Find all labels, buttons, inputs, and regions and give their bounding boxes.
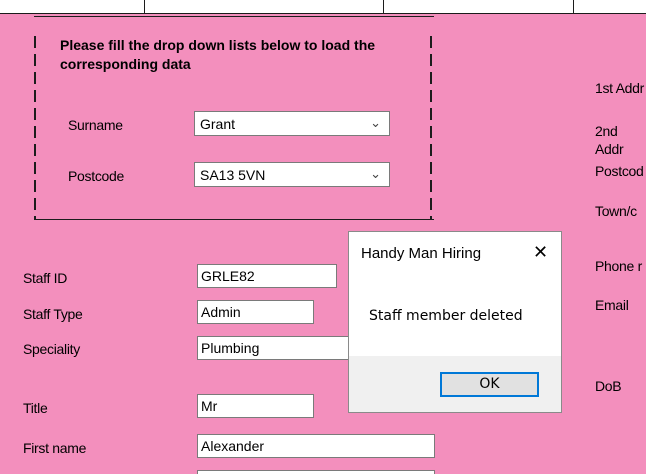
surname-value: Grant <box>200 115 236 132</box>
postcode-dropdown[interactable]: SA13 5VN ⌄ <box>194 162 390 187</box>
groupbox-left-border <box>34 36 36 220</box>
first-name-field[interactable]: Alexander <box>197 434 435 458</box>
staff-id-field[interactable]: GRLE82 <box>197 264 337 288</box>
address2-label: 2nd Addr <box>595 123 624 157</box>
town-label: Town/c <box>595 203 637 219</box>
first-name-label: First name <box>23 440 87 456</box>
staff-type-label: Staff Type <box>23 306 83 322</box>
right-postcode-label: Postcod <box>595 163 644 179</box>
dialog-message: Staff member deleted <box>369 308 523 324</box>
strip-divider <box>144 0 145 14</box>
address1-label: 1st Addr <box>595 80 644 96</box>
dialog-footer: OK <box>349 356 561 412</box>
group-title: Please fill the drop down lists below to… <box>60 37 376 72</box>
chevron-down-icon: ⌄ <box>370 166 381 181</box>
phone-label: Phone r <box>595 258 642 274</box>
postcode-value: SA13 5VN <box>200 166 266 183</box>
title-field[interactable]: Mr <box>197 394 314 418</box>
strip-divider <box>383 0 384 14</box>
close-icon[interactable]: ✕ <box>533 242 548 263</box>
staff-id-label: Staff ID <box>23 270 68 286</box>
surname-dropdown[interactable]: Grant ⌄ <box>194 111 390 136</box>
postcode-label: Postcode <box>68 168 124 184</box>
groupbox-right-border <box>430 36 432 220</box>
title-label: Title <box>23 400 48 416</box>
next-field[interactable] <box>197 470 435 474</box>
strip-divider <box>573 0 574 14</box>
staff-type-field[interactable]: Admin <box>197 300 314 324</box>
surname-label: Surname <box>68 117 123 133</box>
ok-button[interactable]: OK <box>440 372 539 397</box>
speciality-field[interactable]: Plumbing <box>197 336 351 360</box>
dialog-title: Handy Man Hiring <box>361 245 482 262</box>
speciality-label: Speciality <box>23 341 80 357</box>
chevron-down-icon: ⌄ <box>370 115 381 130</box>
top-strip <box>0 0 646 14</box>
email-label: Email <box>595 297 629 313</box>
dob-label: DoB <box>595 378 622 394</box>
message-dialog: Handy Man Hiring ✕ Staff member deleted … <box>348 231 562 413</box>
